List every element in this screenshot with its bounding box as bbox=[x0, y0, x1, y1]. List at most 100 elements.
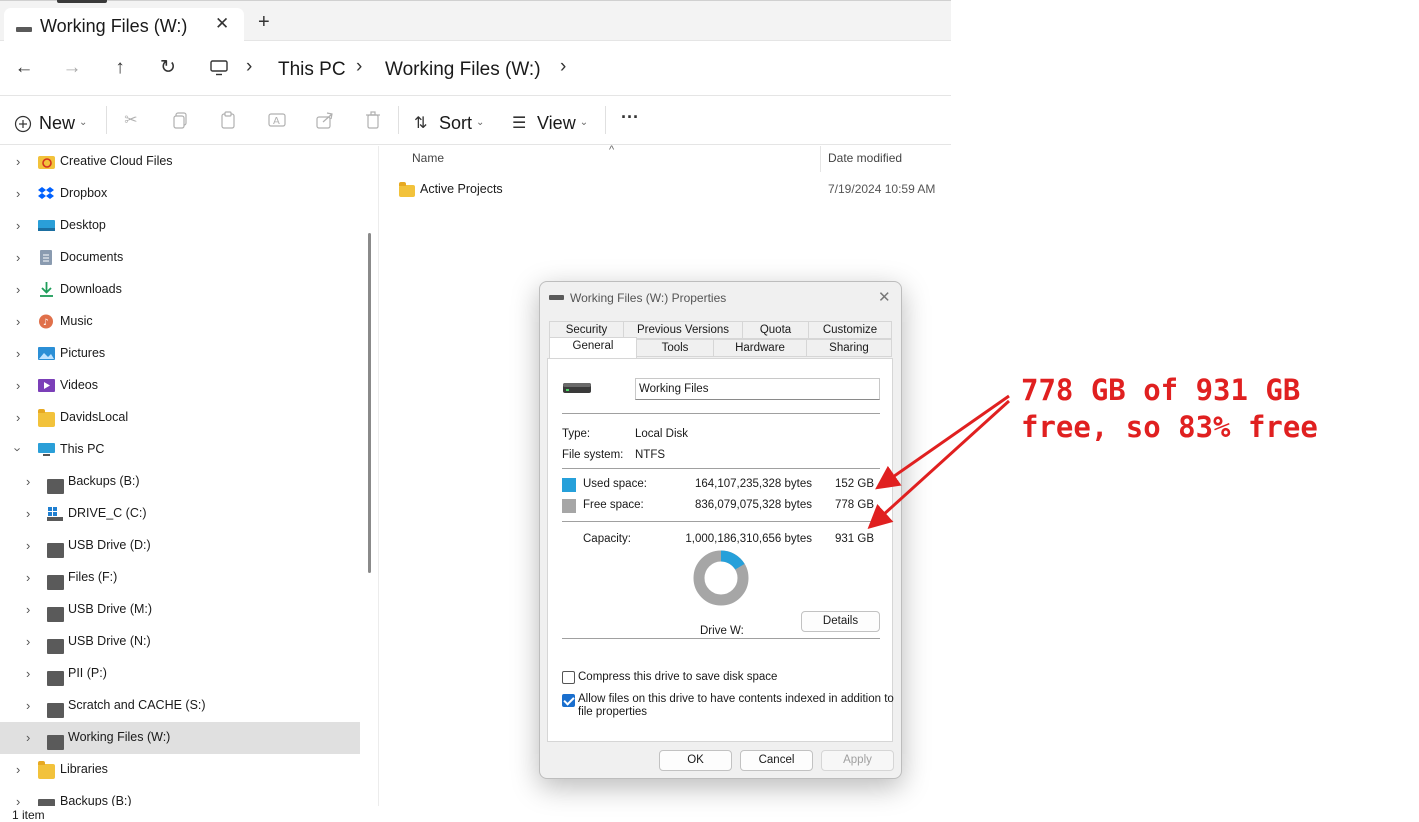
sidebar-scrollbar[interactable] bbox=[368, 233, 371, 573]
chevron-right-icon[interactable]: › bbox=[16, 314, 20, 329]
dialog-title: Working Files (W:) Properties bbox=[570, 291, 727, 305]
chevron-right-icon[interactable]: › bbox=[16, 378, 20, 393]
file-row[interactable]: Active Projects 7/19/2024 10:59 AM bbox=[399, 180, 939, 202]
sidebar-item-backups-b[interactable]: › Backups (B:) bbox=[0, 466, 360, 498]
ok-button[interactable]: OK bbox=[659, 750, 732, 771]
sidebar-item-label: Libraries bbox=[60, 762, 108, 776]
view-label: View bbox=[537, 113, 576, 133]
chevron-right-icon[interactable]: › bbox=[26, 698, 30, 713]
address-bar[interactable]: › This PC › Working Files (W:) › bbox=[198, 48, 951, 90]
allow-indexing-label: Allow files on this drive to have conten… bbox=[578, 693, 894, 705]
breadcrumb-working-files[interactable]: Working Files (W:) bbox=[385, 59, 541, 81]
chevron-right-icon[interactable]: › bbox=[16, 282, 20, 297]
tab-hardware[interactable]: Hardware bbox=[713, 339, 807, 357]
chevron-right-icon[interactable]: › bbox=[26, 666, 30, 681]
chevron-right-icon[interactable]: › bbox=[16, 346, 20, 361]
file-system-value: NTFS bbox=[635, 449, 666, 461]
free-space-swatch bbox=[562, 499, 576, 513]
column-header-name[interactable]: Name bbox=[412, 151, 444, 165]
chevron-right-icon[interactable]: › bbox=[26, 474, 30, 489]
sidebar-item-libraries[interactable]: › Libraries bbox=[0, 754, 360, 786]
details-button[interactable]: Details bbox=[801, 611, 880, 632]
sidebar-item-scratch-s[interactable]: › Scratch and CACHE (S:) bbox=[0, 690, 360, 722]
chevron-right-icon[interactable]: › bbox=[26, 730, 30, 745]
sidebar-item-davidslocal[interactable]: › DavidsLocal bbox=[0, 402, 360, 434]
dropbox-icon bbox=[38, 187, 54, 199]
sidebar-item-downloads[interactable]: › Downloads bbox=[0, 274, 360, 306]
disk-usage-donut-chart bbox=[693, 550, 749, 606]
chevron-right-icon[interactable]: › bbox=[26, 538, 30, 553]
sidebar-item-creative-cloud[interactable]: › Creative Cloud Files bbox=[0, 146, 360, 178]
sidebar-item-documents[interactable]: › Documents bbox=[0, 242, 360, 274]
tab-working-files[interactable]: Working Files (W:) ✕ bbox=[4, 8, 244, 42]
sidebar-item-usb-n[interactable]: › USB Drive (N:) bbox=[0, 626, 360, 658]
drive-icon bbox=[47, 735, 64, 750]
forward-button[interactable]: → bbox=[60, 56, 84, 80]
chevron-right-icon[interactable]: › bbox=[16, 410, 20, 425]
column-header-date[interactable]: Date modified bbox=[828, 151, 902, 165]
tab-tools[interactable]: Tools bbox=[636, 339, 714, 357]
sidebar-item-music[interactable]: › ♪ Music bbox=[0, 306, 360, 338]
sidebar-item-videos[interactable]: › Videos bbox=[0, 370, 360, 402]
chevron-right-icon[interactable]: › bbox=[16, 186, 20, 201]
cut-icon[interactable]: ✂ bbox=[121, 110, 141, 130]
sidebar-item-label: Dropbox bbox=[60, 186, 108, 200]
tab-title: Working Files (W:) bbox=[40, 16, 188, 36]
sidebar-item-pii-p[interactable]: › PII (P:) bbox=[0, 658, 360, 690]
sidebar-item-drive-c[interactable]: › DRIVE_C (C:) bbox=[0, 498, 360, 530]
allow-indexing-checkbox[interactable] bbox=[562, 694, 575, 707]
rename-icon[interactable]: A bbox=[267, 110, 287, 130]
chevron-right-icon[interactable]: › bbox=[26, 602, 30, 617]
tab-quota[interactable]: Quota bbox=[742, 321, 809, 339]
pc-icon bbox=[38, 443, 55, 456]
paste-icon[interactable] bbox=[219, 110, 239, 130]
sidebar-item-files-f[interactable]: › Files (F:) bbox=[0, 562, 360, 594]
share-icon[interactable] bbox=[315, 110, 335, 130]
sidebar-item-label: USB Drive (N:) bbox=[68, 634, 151, 648]
sidebar-item-usb-d[interactable]: › USB Drive (D:) bbox=[0, 530, 360, 562]
drive-icon bbox=[47, 703, 64, 718]
breadcrumb-this-pc[interactable]: This PC bbox=[278, 59, 346, 81]
more-options-button[interactable]: ··· bbox=[621, 107, 639, 128]
cancel-button[interactable]: Cancel bbox=[740, 750, 813, 771]
sidebar-item-working-files-w[interactable]: › Working Files (W:) bbox=[0, 722, 360, 754]
drive-label-input[interactable] bbox=[635, 378, 880, 400]
sidebar-item-desktop[interactable]: › Desktop bbox=[0, 210, 360, 242]
tab-general[interactable]: General bbox=[549, 337, 637, 358]
sort-icon: ⇅ bbox=[414, 115, 428, 132]
close-tab-icon[interactable]: ✕ bbox=[215, 14, 229, 34]
sidebar-item-pictures[interactable]: › Pictures bbox=[0, 338, 360, 370]
copy-icon[interactable] bbox=[171, 110, 191, 130]
compress-drive-checkbox[interactable] bbox=[562, 671, 575, 684]
sidebar-item-dropbox[interactable]: › Dropbox bbox=[0, 178, 360, 210]
chevron-right-icon[interactable]: › bbox=[26, 506, 30, 521]
chevron-right-icon[interactable]: › bbox=[26, 634, 30, 649]
navigation-bar: ← → ↑ ↻ › This PC › Working Files (W:) › bbox=[0, 42, 951, 96]
sidebar-item-label: Documents bbox=[60, 250, 124, 264]
close-dialog-button[interactable]: ✕ bbox=[878, 288, 891, 306]
up-button[interactable]: ↑ bbox=[108, 56, 132, 80]
sidebar-item-this-pc[interactable]: › This PC bbox=[0, 434, 360, 466]
delete-icon[interactable] bbox=[363, 110, 383, 130]
chevron-right-icon[interactable]: › bbox=[16, 762, 20, 777]
tab-customize[interactable]: Customize bbox=[808, 321, 892, 339]
breadcrumb-separator[interactable]: › bbox=[560, 56, 566, 78]
apply-button[interactable]: Apply bbox=[821, 750, 894, 771]
file-name: Active Projects bbox=[420, 182, 503, 196]
sidebar-item-usb-m[interactable]: › USB Drive (M:) bbox=[0, 594, 360, 626]
sidebar-item-backups-b-2[interactable]: › Backups (B:) bbox=[0, 786, 360, 806]
sidebar-item-label: Working Files (W:) bbox=[68, 730, 171, 744]
tab-sharing[interactable]: Sharing bbox=[806, 339, 892, 357]
new-tab-button[interactable]: + bbox=[258, 12, 270, 32]
folder-icon bbox=[38, 409, 55, 427]
svg-text:A: A bbox=[273, 116, 280, 127]
chevron-right-icon[interactable]: › bbox=[26, 570, 30, 585]
chevron-down-icon[interactable]: › bbox=[11, 447, 26, 451]
chevron-right-icon[interactable]: › bbox=[16, 218, 20, 233]
back-button[interactable]: ← bbox=[12, 56, 36, 80]
refresh-button[interactable]: ↻ bbox=[156, 56, 180, 80]
chevron-right-icon[interactable]: › bbox=[16, 250, 20, 265]
tab-previous-versions[interactable]: Previous Versions bbox=[623, 321, 743, 339]
chevron-right-icon[interactable]: › bbox=[16, 794, 20, 806]
chevron-right-icon[interactable]: › bbox=[16, 154, 20, 169]
